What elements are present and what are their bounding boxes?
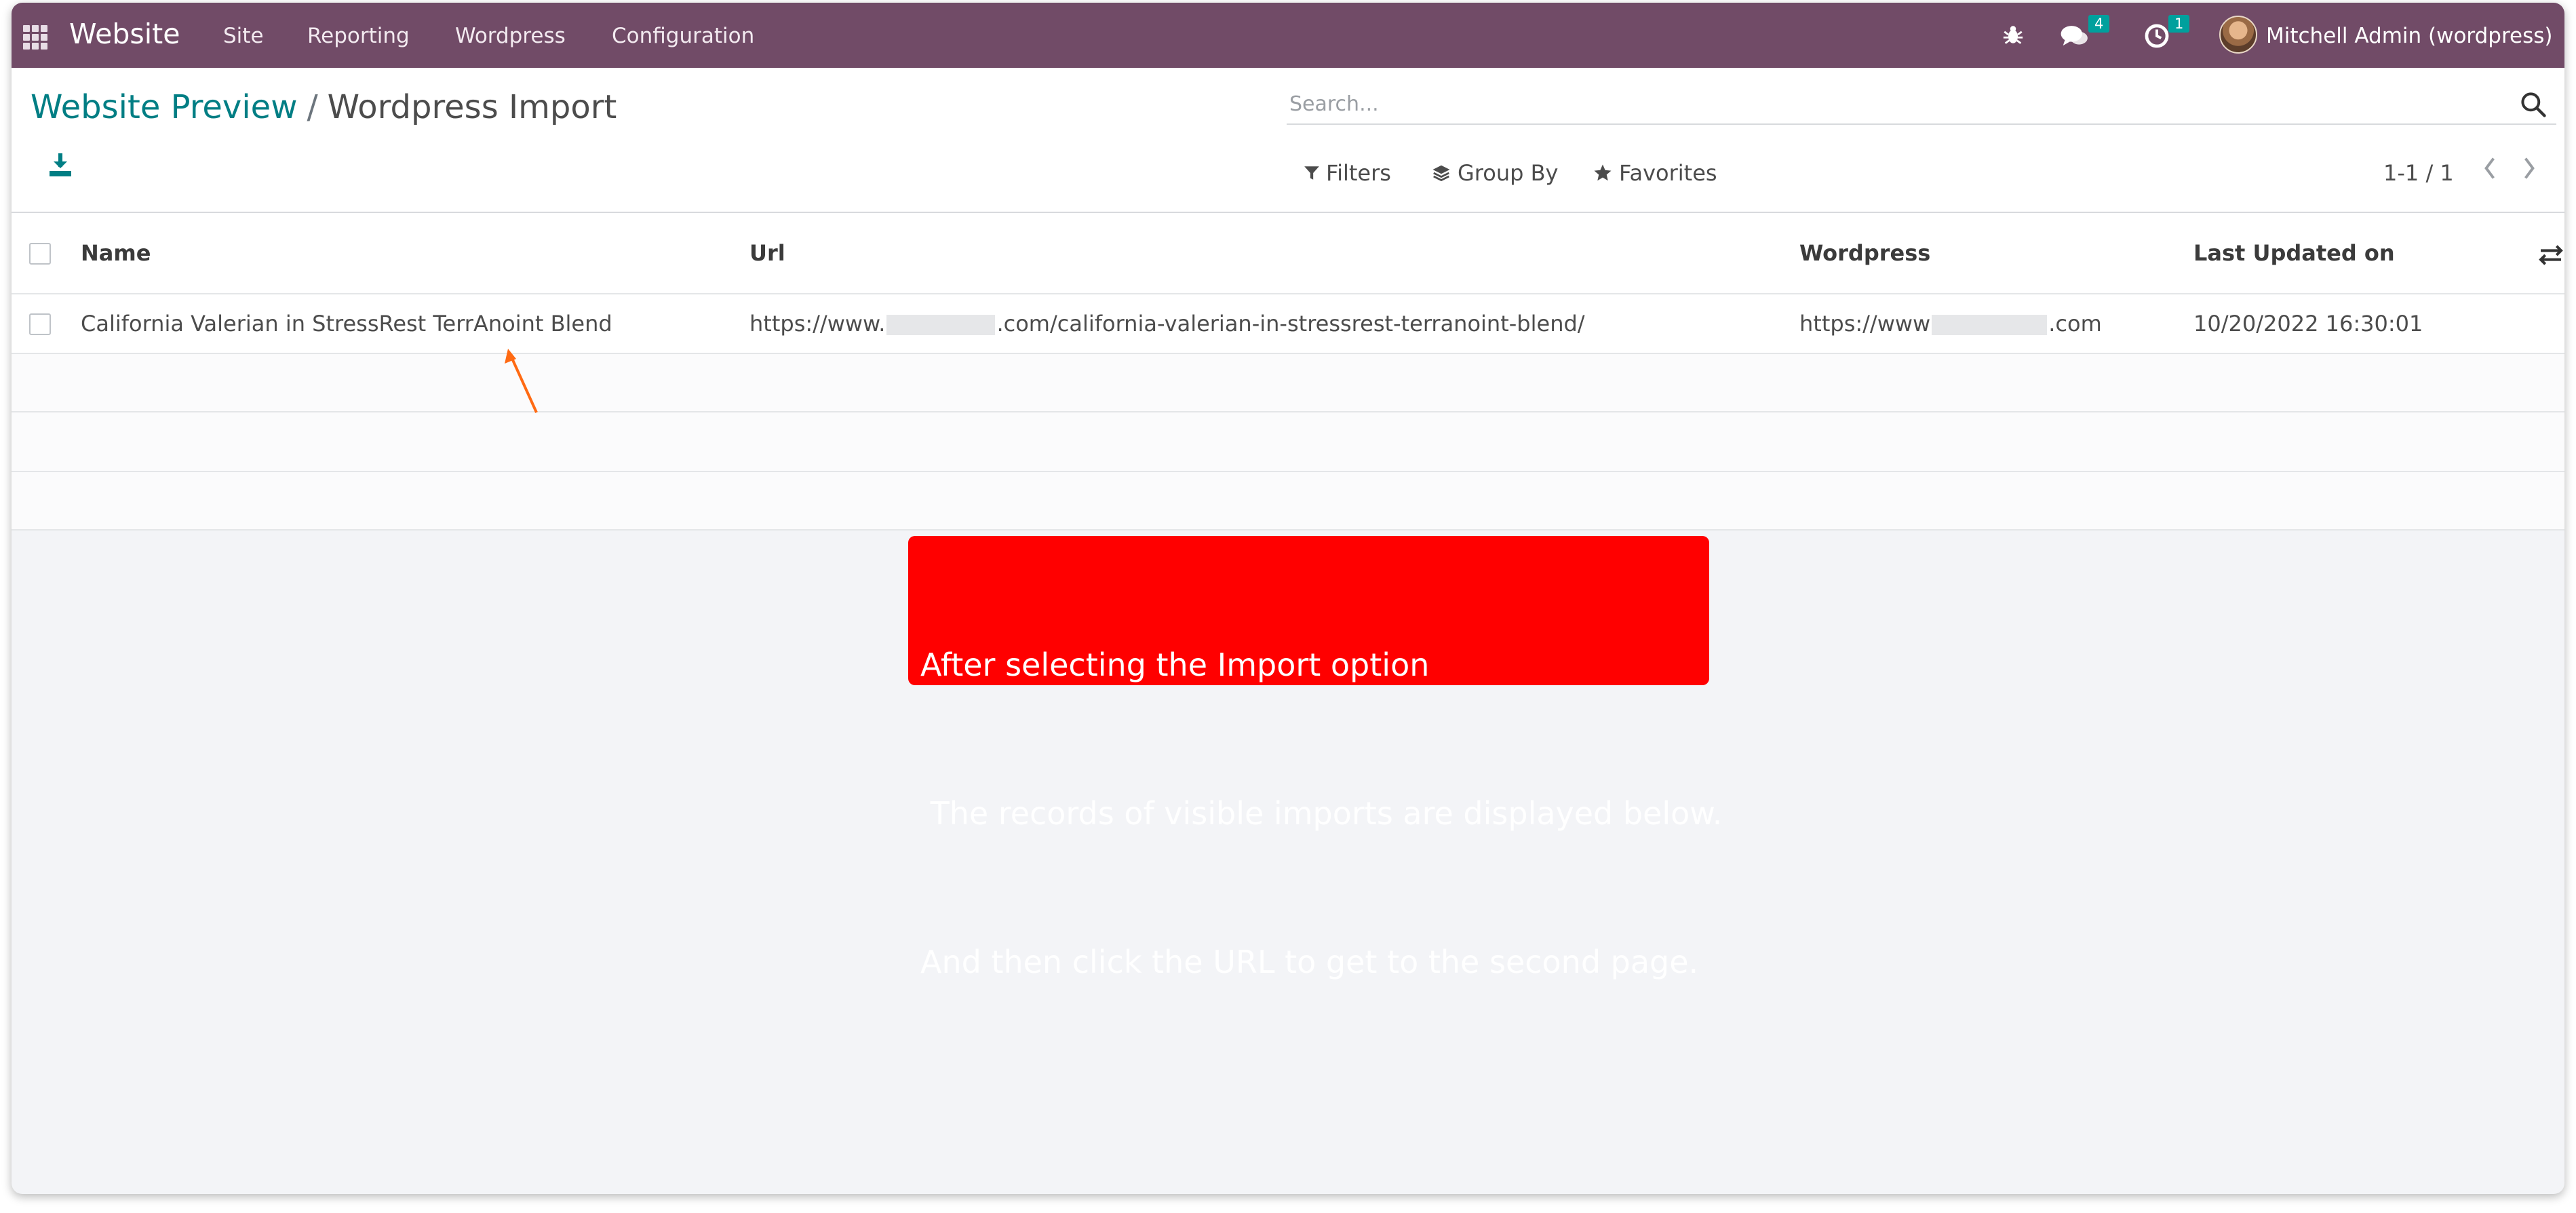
row-wordpress[interactable]: https://www .com bbox=[1799, 311, 2102, 336]
row-last-updated: 10/20/2022 16:30:01 bbox=[2193, 311, 2423, 336]
row-wordpress-suffix: .com bbox=[2048, 311, 2102, 336]
download-import-icon[interactable] bbox=[44, 149, 77, 182]
activities-badge: 1 bbox=[2168, 15, 2190, 33]
column-header-url[interactable]: Url bbox=[749, 240, 785, 266]
table-header-row: Name Url Wordpress Last Updated on bbox=[12, 213, 2564, 294]
app-window: Website Site Reporting Wordpress Configu… bbox=[12, 3, 2564, 1194]
pager-value[interactable]: 1-1 / 1 bbox=[2383, 160, 2454, 186]
app-name[interactable]: Website bbox=[69, 18, 180, 50]
empty-row bbox=[12, 354, 2564, 412]
menu-item-configuration[interactable]: Configuration bbox=[612, 24, 754, 48]
empty-row bbox=[12, 472, 2564, 531]
search-icon[interactable] bbox=[2518, 90, 2548, 119]
user-avatar[interactable] bbox=[2219, 16, 2257, 54]
layers-icon bbox=[1432, 165, 1450, 182]
debug-bug-icon[interactable] bbox=[2002, 23, 2025, 46]
breadcrumb-separator: / bbox=[307, 88, 318, 126]
row-name[interactable]: California Valerian in StressRest TerrAn… bbox=[81, 311, 612, 336]
optional-columns-icon[interactable] bbox=[2537, 242, 2564, 269]
column-header-wordpress[interactable]: Wordpress bbox=[1799, 240, 1930, 266]
row-url[interactable]: https://www. .com/california-valerian-in-… bbox=[749, 311, 1585, 336]
search-input[interactable] bbox=[1287, 84, 2556, 125]
annotation-callout: After selecting the Import option The re… bbox=[908, 536, 1722, 980]
user-menu[interactable]: Mitchell Admin (wordpress) bbox=[2266, 24, 2553, 48]
filters-label: Filters bbox=[1326, 160, 1391, 186]
redacted-block bbox=[1932, 315, 2048, 335]
column-header-last-updated[interactable]: Last Updated on bbox=[2193, 240, 2395, 266]
messages-badge: 4 bbox=[2088, 15, 2110, 33]
annotation-line-1: After selecting the Import option bbox=[920, 647, 1430, 683]
apps-menu-icon[interactable] bbox=[23, 25, 47, 50]
top-navbar: Website Site Reporting Wordpress Configu… bbox=[12, 3, 2564, 68]
row-url-suffix: .com/california-valerian-in-stressrest-t… bbox=[996, 311, 1585, 336]
control-panel: Website Preview /Wordpress Import Filters bbox=[12, 68, 2564, 213]
filter-funnel-icon bbox=[1304, 166, 1319, 180]
breadcrumb: Website Preview / Wordpress Import bbox=[31, 88, 617, 126]
menu-item-wordpress[interactable]: Wordpress bbox=[455, 24, 566, 48]
empty-row bbox=[12, 412, 2564, 472]
pager-next-icon[interactable] bbox=[2520, 156, 2539, 180]
messages-icon[interactable] bbox=[2060, 23, 2090, 49]
annotation-line-2: The records of visible imports are displ… bbox=[920, 795, 1723, 832]
menu-item-site[interactable]: Site bbox=[223, 24, 264, 48]
pager-previous-icon[interactable] bbox=[2480, 156, 2499, 180]
row-url-prefix: https://www. bbox=[749, 311, 886, 336]
breadcrumb-parent-link[interactable]: Website Preview bbox=[31, 88, 297, 126]
group-by-button[interactable]: Group By bbox=[1430, 160, 1558, 186]
row-checkbox[interactable] bbox=[29, 313, 51, 335]
menu-item-reporting[interactable]: Reporting bbox=[307, 24, 410, 48]
table-row[interactable]: California Valerian in StressRest TerrAn… bbox=[12, 294, 2564, 354]
favorites-label: Favorites bbox=[1619, 160, 1717, 186]
activities-clock-icon[interactable] bbox=[2144, 23, 2170, 49]
select-all-checkbox[interactable] bbox=[29, 243, 51, 265]
annotation-line-3: And then click the URL to get to the sec… bbox=[920, 944, 1699, 980]
redacted-block bbox=[886, 315, 996, 335]
row-wordpress-prefix: https://www bbox=[1799, 311, 1931, 336]
favorites-button[interactable]: Favorites bbox=[1592, 160, 1717, 186]
group-by-label: Group By bbox=[1458, 160, 1559, 186]
column-header-name[interactable]: Name bbox=[81, 240, 151, 266]
breadcrumb-current: Wordpress Import bbox=[327, 88, 617, 126]
import-list: Name Url Wordpress Last Updated on Calif… bbox=[12, 213, 2564, 531]
filters-button[interactable]: Filters bbox=[1303, 160, 1391, 186]
star-icon bbox=[1594, 164, 1612, 181]
